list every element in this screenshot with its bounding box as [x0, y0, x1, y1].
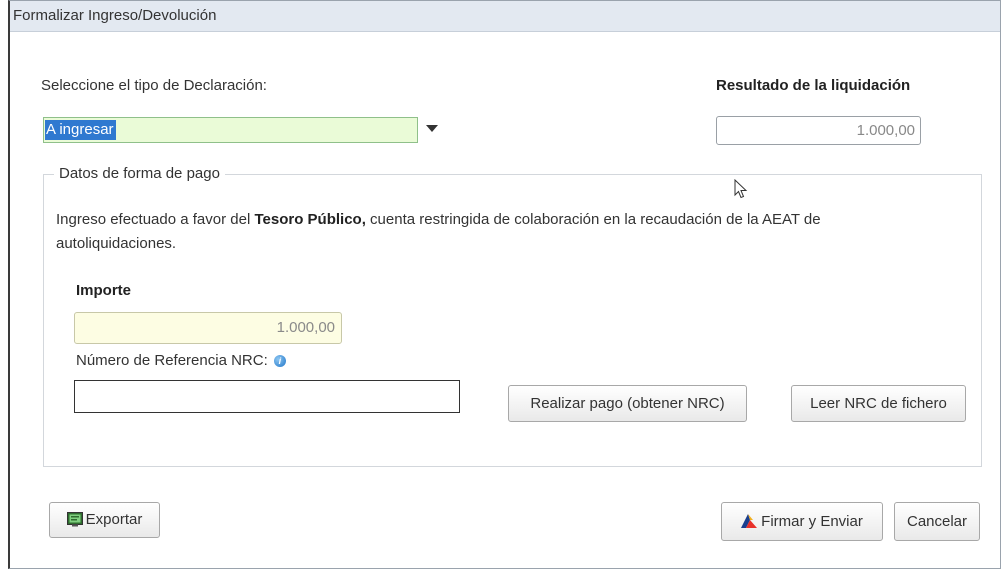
declaracion-select[interactable]: A ingresar [43, 117, 418, 143]
nrc-label-row: Número de Referencia NRC: i [76, 352, 286, 369]
importe-label: Importe [76, 282, 132, 299]
info-icon[interactable]: i [273, 355, 286, 368]
ingreso-text-prefix: Ingreso efectuado a favor del [56, 211, 255, 228]
formalizar-dialog: Formalizar Ingreso/Devolución Seleccione… [8, 0, 1001, 569]
dialog-title: Formalizar Ingreso/Devolución [10, 1, 1000, 32]
resultado-label: Resultado de la liquidación [716, 77, 911, 94]
importe-field: 1.000,00 [74, 312, 342, 344]
ingreso-description-line2: autoliquidaciones. [56, 235, 177, 252]
ingreso-text-suffix: cuenta restringida de colaboración en la… [365, 211, 821, 228]
firmar-enviar-label: Firmar y Enviar [761, 513, 863, 530]
realizar-pago-button[interactable]: Realizar pago (obtener NRC) [508, 385, 747, 422]
nrc-label: Número de Referencia NRC: [76, 352, 268, 369]
dropdown-arrow-icon[interactable] [426, 125, 438, 132]
ingreso-description: Ingreso efectuado a favor del Tesoro Púb… [56, 211, 821, 228]
cancelar-button[interactable]: Cancelar [894, 502, 980, 541]
forma-pago-legend: Datos de forma de pago [54, 165, 225, 182]
nrc-input[interactable] [74, 380, 460, 413]
resultado-field: 1.000,00 [716, 116, 921, 145]
tesoro-publico-text: Tesoro Público, [254, 211, 366, 228]
exportar-button[interactable]: Exportar [49, 502, 160, 538]
aeat-logo-icon [741, 514, 758, 528]
export-icon [66, 512, 83, 527]
declaracion-label: Seleccione el tipo de Declaración: [41, 77, 267, 94]
firmar-enviar-button[interactable]: Firmar y Enviar [721, 502, 883, 541]
leer-nrc-button[interactable]: Leer NRC de fichero [791, 385, 966, 422]
exportar-label: Exportar [85, 511, 143, 528]
declaracion-selected-value[interactable]: A ingresar [45, 120, 116, 140]
